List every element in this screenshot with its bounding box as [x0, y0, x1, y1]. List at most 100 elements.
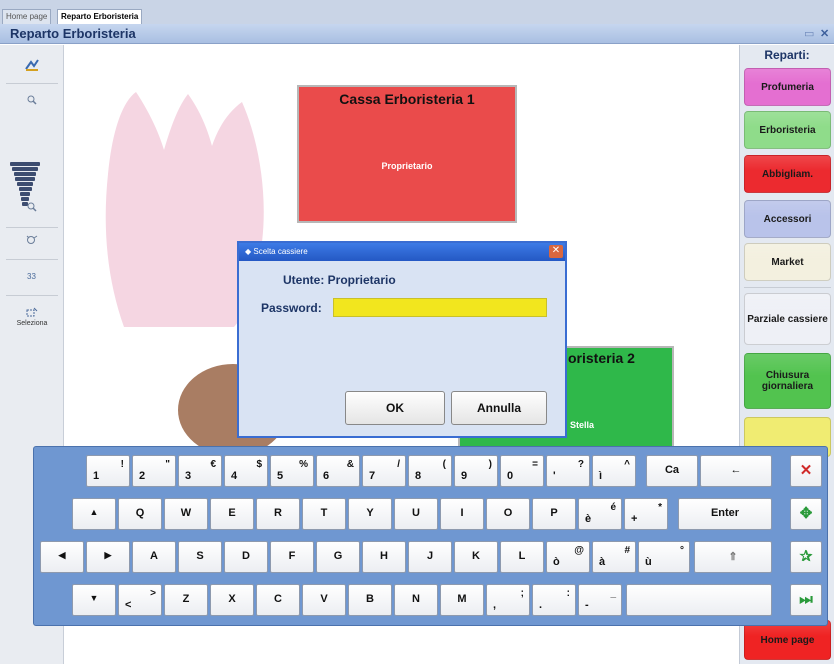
key-j[interactable]: J [408, 541, 452, 573]
move-keyboard-icon[interactable]: ✥ [790, 498, 822, 530]
restore-icon[interactable]: ▭ [804, 27, 814, 40]
key-n[interactable]: N [394, 584, 438, 616]
key-e-grave[interactable]: éè [578, 498, 622, 530]
key-o[interactable]: O [486, 498, 530, 530]
key-p[interactable]: P [532, 498, 576, 530]
key-e[interactable]: E [210, 498, 254, 530]
toolbar-divider [6, 227, 58, 228]
key-ca[interactable]: Ca [646, 455, 698, 487]
key-i[interactable]: I [440, 498, 484, 530]
key-i-grave[interactable]: ^ ì [592, 455, 636, 487]
key-4[interactable]: $4 [224, 455, 268, 487]
key-left[interactable]: ◀ [40, 541, 84, 573]
key-comma[interactable]: ;, [486, 584, 530, 616]
select-tool[interactable]: Seleziona [6, 307, 58, 327]
zoom-in-icon[interactable] [6, 95, 58, 108]
zoom-fit-icon[interactable] [6, 235, 58, 250]
key-z[interactable]: Z [164, 584, 208, 616]
backspace-icon: ← [730, 464, 742, 476]
key-0[interactable]: = 0 [500, 455, 544, 487]
key-m[interactable]: M [440, 584, 484, 616]
cashier-dialog: ◆ Scelta cassiere ✕ Utente: Proprietario… [237, 241, 567, 438]
department-button-profumeria[interactable]: Profumeria [744, 68, 831, 106]
key-less-than[interactable]: > < [118, 584, 162, 616]
key-c[interactable]: C [256, 584, 300, 616]
key-x[interactable]: X [210, 584, 254, 616]
zoom-100-icon[interactable]: 33 [6, 271, 58, 284]
key-q[interactable]: Q [118, 498, 162, 530]
key-s[interactable]: S [178, 541, 222, 573]
key-k[interactable]: K [454, 541, 498, 573]
key-apostrophe[interactable]: ? ' [546, 455, 590, 487]
key-v[interactable]: V [302, 584, 346, 616]
toolbar-divider [6, 83, 58, 84]
password-label: Password: [261, 301, 322, 315]
cancel-button[interactable]: Annulla [451, 391, 547, 425]
key-f[interactable]: F [270, 541, 314, 573]
key-d[interactable]: D [224, 541, 268, 573]
key-r[interactable]: R [256, 498, 300, 530]
register-box-2-title: oristeria 2 [568, 350, 635, 366]
register-box-1[interactable]: Cassa Erboristeria 1 Proprietario [297, 85, 517, 223]
key-7[interactable]: /7 [362, 455, 406, 487]
department-button-accessori[interactable]: Accessori [744, 200, 831, 238]
window-titlebar: Reparto Erboristeria ▭ ✕ [0, 24, 834, 44]
dialog-title: Scelta cassiere [253, 247, 308, 256]
home-page-button[interactable]: Home page [744, 620, 831, 660]
key-3[interactable]: €3 [178, 455, 222, 487]
dialog-titlebar: ◆ Scelta cassiere ✕ [239, 243, 565, 261]
key-6[interactable]: & 6 [316, 455, 360, 487]
password-field[interactable] [333, 298, 547, 317]
departments-title: Reparti: [764, 48, 810, 62]
key-9[interactable]: ) 9 [454, 455, 498, 487]
key-u-grave[interactable]: ° ù [638, 541, 690, 573]
close-keyboard-icon[interactable]: ✕ [790, 455, 822, 487]
pin-keyboard-icon[interactable]: ✰ [790, 541, 822, 573]
key-backspace[interactable]: ← [700, 455, 772, 487]
close-window-icon[interactable]: ✕ [820, 27, 829, 40]
tab-reparto-erboristeria[interactable]: Reparto Erboristeria [57, 9, 143, 24]
key-dash[interactable]: _ - [578, 584, 622, 616]
select-icon [26, 307, 38, 317]
select-label: Seleziona [16, 320, 48, 327]
partial-cashier-button[interactable]: Parziale cassiere [744, 293, 831, 345]
end-icon[interactable]: ⏭ [790, 584, 822, 616]
key-o-grave[interactable]: @ ò [546, 541, 590, 573]
dialog-user-text: Utente: Proprietario [283, 273, 396, 287]
key-h[interactable]: H [362, 541, 406, 573]
key-g[interactable]: G [316, 541, 360, 573]
department-button-market[interactable]: Market [744, 243, 831, 281]
zoom-slider[interactable] [10, 161, 40, 207]
key-5[interactable]: % 5 [270, 455, 314, 487]
key-u[interactable]: U [394, 498, 438, 530]
dialog-close-icon[interactable]: ✕ [549, 245, 563, 258]
key-l[interactable]: L [500, 541, 544, 573]
department-button-erboristeria[interactable]: Erboristeria [744, 111, 831, 149]
onscreen-keyboard: ! 1 " 2 €3 $4 % 5 & 6 /7 (8 ) 9 = 0 ? ' ^ ì Ca ←… [33, 446, 828, 626]
key-t[interactable]: T [302, 498, 346, 530]
key-2[interactable]: " 2 [132, 455, 176, 487]
key-b[interactable]: B [348, 584, 392, 616]
key-a[interactable]: A [132, 541, 176, 573]
key-a-grave[interactable]: # à [592, 541, 636, 573]
key-caps[interactable]: ⇑ [694, 541, 772, 573]
key-space[interactable] [626, 584, 772, 616]
key-shift[interactable]: ▲ [72, 498, 116, 530]
ok-button[interactable]: OK [345, 391, 445, 425]
register-box-2-user: Stella [570, 420, 595, 430]
key-w[interactable]: W [164, 498, 208, 530]
zoom-out-icon[interactable] [6, 202, 58, 215]
key-enter[interactable]: Enter [678, 498, 772, 530]
key-plus[interactable]: * + [624, 498, 668, 530]
tab-home-page[interactable]: Home page [2, 9, 52, 24]
key-8[interactable]: (8 [408, 455, 452, 487]
key-down[interactable]: ▼ [72, 584, 116, 616]
key-y[interactable]: Y [348, 498, 392, 530]
key-1[interactable]: ! 1 [86, 455, 130, 487]
department-button-abbigliamento[interactable]: Abbigliam. [744, 155, 831, 193]
key-right[interactable]: ▶ [86, 541, 130, 573]
daily-closing-button[interactable]: Chiusura giornaliera [744, 353, 831, 409]
arrange-icon[interactable] [6, 59, 58, 74]
toolbar-divider [6, 295, 58, 296]
key-period[interactable]: :. [532, 584, 576, 616]
